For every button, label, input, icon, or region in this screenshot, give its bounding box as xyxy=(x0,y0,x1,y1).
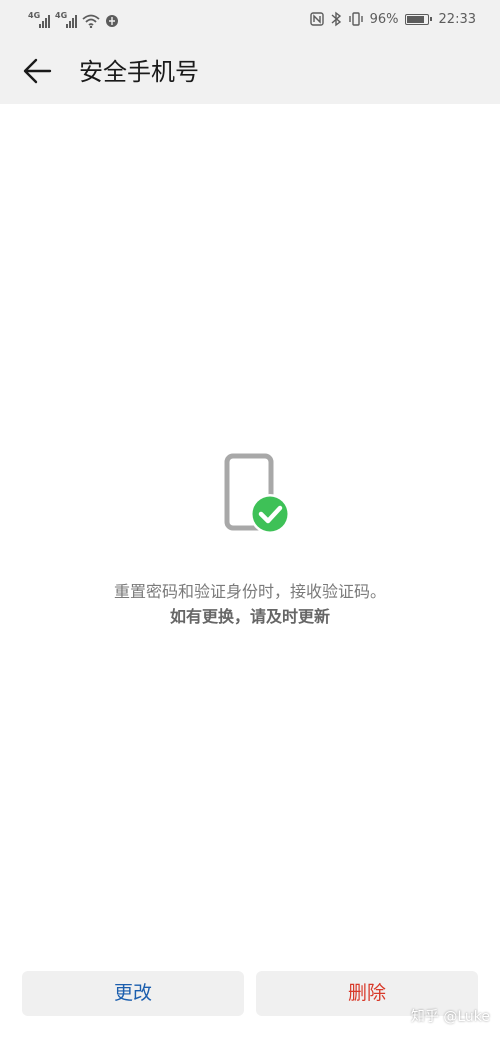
signal-icon: 4G xyxy=(55,12,77,28)
update-notice: 如有更换，请及时更新 xyxy=(169,607,330,626)
phone-verified-icon xyxy=(224,453,290,534)
app-bar: 安全手机号 xyxy=(0,38,500,104)
signal-icon: 4G xyxy=(28,12,50,28)
battery-percent: 96% xyxy=(369,11,399,27)
network-type-label: 4G xyxy=(28,11,41,20)
battery-fill xyxy=(406,15,424,23)
arrow-left-icon[interactable] xyxy=(22,55,54,87)
nfc-icon xyxy=(309,12,324,26)
vibrate-icon xyxy=(348,12,363,26)
status-left-icons: 4G 4G xyxy=(28,10,119,28)
page-title: 安全手机号 xyxy=(79,58,199,86)
network-type-label: 4G xyxy=(55,11,68,20)
wifi-icon xyxy=(82,14,100,28)
status-right-icons: 96% 22:33 xyxy=(309,9,476,29)
description-text: 重置密码和验证身份时，接收验证码。 xyxy=(113,582,386,601)
status-time: 22:33 xyxy=(438,11,476,27)
bluetooth-icon xyxy=(331,11,341,27)
battery-icon xyxy=(404,13,432,25)
watermark: 知乎 @Luke xyxy=(410,1009,490,1025)
status-bar: 4G 4G 96% 22:33 xyxy=(0,0,500,38)
change-button[interactable]: 更改 xyxy=(22,971,244,1016)
location-icon xyxy=(106,15,118,27)
